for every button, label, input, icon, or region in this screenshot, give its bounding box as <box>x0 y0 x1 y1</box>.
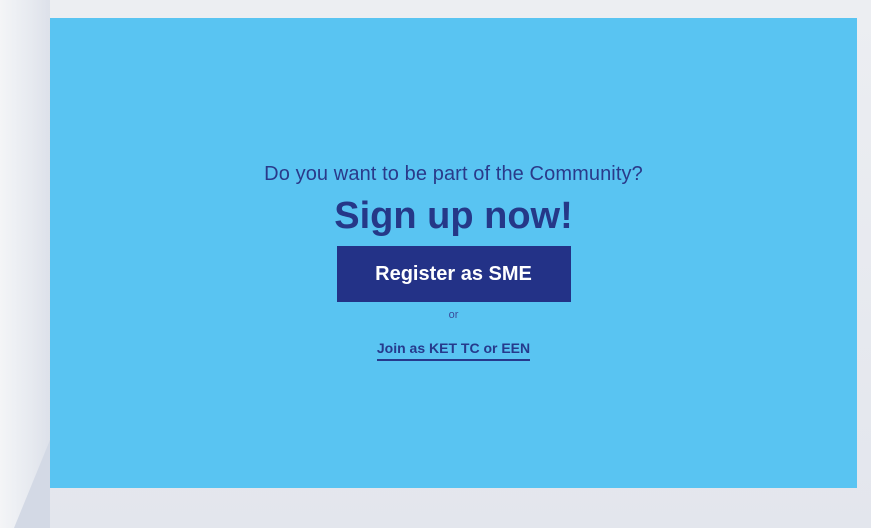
community-question: Do you want to be part of the Community? <box>264 163 643 185</box>
signup-headline: Sign up now! <box>334 195 573 237</box>
signup-content: Do you want to be part of the Community?… <box>50 160 857 361</box>
page: Do you want to be part of the Community?… <box>0 0 871 528</box>
register-sme-button[interactable]: Register as SME <box>336 246 571 302</box>
join-ket-tc-een-link[interactable]: Join as KET TC or EEN <box>376 340 531 361</box>
signup-panel: Do you want to be part of the Community?… <box>50 18 857 488</box>
or-separator: or <box>448 309 459 321</box>
decorative-corner <box>14 440 50 528</box>
